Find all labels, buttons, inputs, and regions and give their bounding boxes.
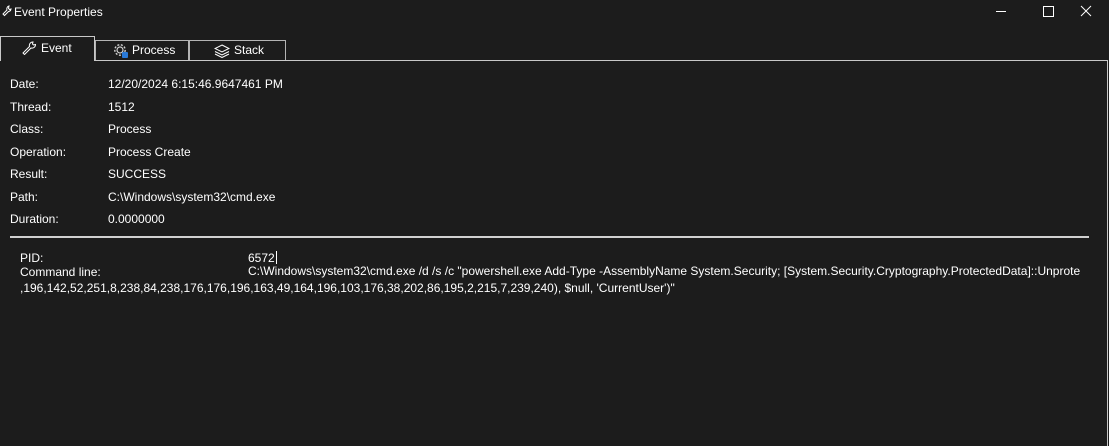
result-value: SUCCESS (108, 167, 167, 181)
tab-event-label: Event (41, 41, 72, 55)
date-value: 12/20/2024 6:15:46.9647461 PM (108, 77, 283, 91)
event-properties-window: Event Properties Event Process Stack Dat… (0, 0, 1109, 446)
tab-process[interactable]: Process (95, 40, 189, 60)
command-line-value-line2: ,196,142,52,251,8,238,84,238,176,176,196… (20, 281, 675, 295)
tab-stack-label: Stack (234, 43, 265, 57)
class-value: Process (108, 122, 152, 136)
class-label: Class: (10, 122, 44, 136)
date-label: Date: (10, 77, 39, 91)
event-panel: Date: 12/20/2024 6:15:46.9647461 PM Thre… (0, 60, 1108, 446)
wrench-icon (21, 41, 37, 58)
operation-value: Process Create (108, 145, 191, 159)
command-line-value-line1: C:\Windows\system32\cmd.exe /d /s /c "po… (248, 264, 1080, 278)
path-value: C:\Windows\system32\cmd.exe (108, 190, 276, 204)
thread-value: 1512 (108, 100, 135, 114)
result-label: Result: (10, 167, 48, 181)
operation-label: Operation: (10, 145, 67, 159)
wrench-icon (2, 5, 12, 18)
tab-stack[interactable]: Stack (189, 40, 286, 60)
tab-strip: Event Process Stack (0, 36, 1109, 61)
close-button[interactable] (1063, 0, 1109, 24)
pid-value[interactable]: 6572 (248, 251, 277, 265)
pid-label: PID: (20, 251, 44, 265)
text-caret (275, 251, 277, 264)
minimize-icon (996, 11, 1006, 12)
window-title: Event Properties (14, 5, 103, 19)
tab-process-label: Process (132, 43, 176, 57)
title-bar[interactable]: Event Properties (0, 0, 1109, 26)
duration-value: 0.0000000 (108, 212, 165, 226)
pid-value-text: 6572 (248, 251, 275, 265)
duration-label: Duration: (10, 212, 59, 226)
command-line-value[interactable]: C:\Windows\system32\cmd.exe /d /s /c "po… (248, 264, 1080, 280)
tab-event[interactable]: Event (0, 36, 95, 61)
command-line-label: Command line: (20, 265, 101, 279)
layers-icon (213, 44, 231, 61)
minimize-button[interactable] (978, 0, 1024, 24)
section-divider (10, 236, 1089, 238)
thread-label: Thread: (10, 100, 52, 114)
close-icon (1080, 5, 1092, 17)
path-label: Path: (10, 190, 39, 204)
